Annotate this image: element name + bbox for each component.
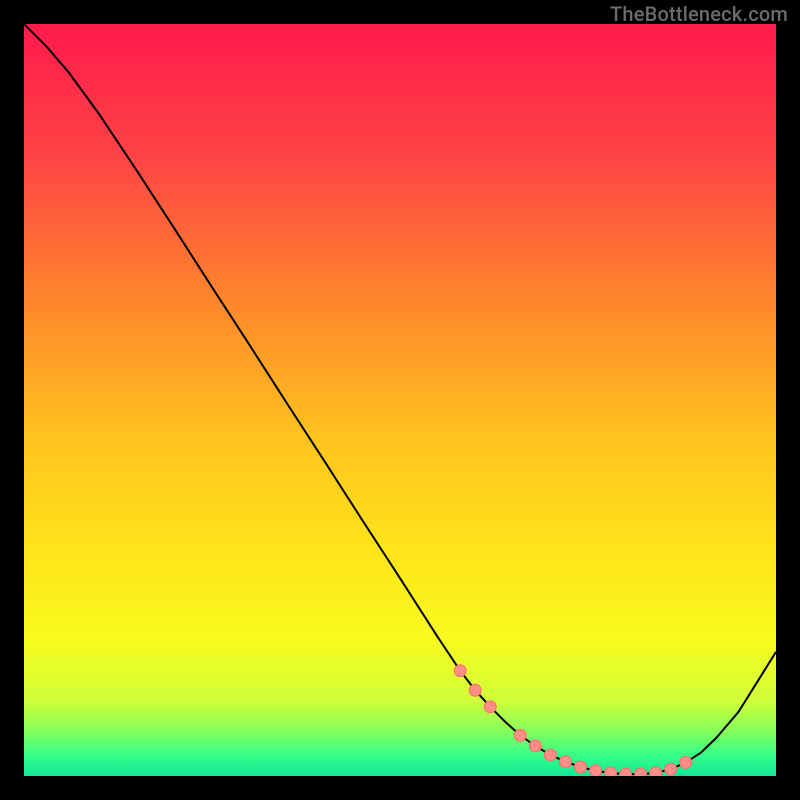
chart-marker [574, 761, 586, 773]
chart-marker [680, 756, 692, 768]
chart-marker [635, 768, 647, 776]
chart-frame: TheBottleneck.com [0, 0, 800, 800]
chart-marker [620, 768, 632, 776]
chart-marker [650, 767, 662, 776]
chart-marker [559, 756, 571, 768]
chart-marker [544, 749, 556, 761]
plot-area [24, 24, 776, 776]
chart-marker [605, 767, 617, 776]
chart-marker [529, 740, 541, 752]
chart-svg [24, 24, 776, 776]
chart-marker [454, 665, 466, 677]
chart-marker [469, 684, 481, 696]
chart-marker [665, 763, 677, 775]
chart-marker [514, 729, 526, 741]
watermark-text: TheBottleneck.com [610, 2, 788, 26]
chart-marker [590, 765, 602, 776]
chart-marker [484, 701, 496, 713]
chart-background [24, 24, 776, 776]
